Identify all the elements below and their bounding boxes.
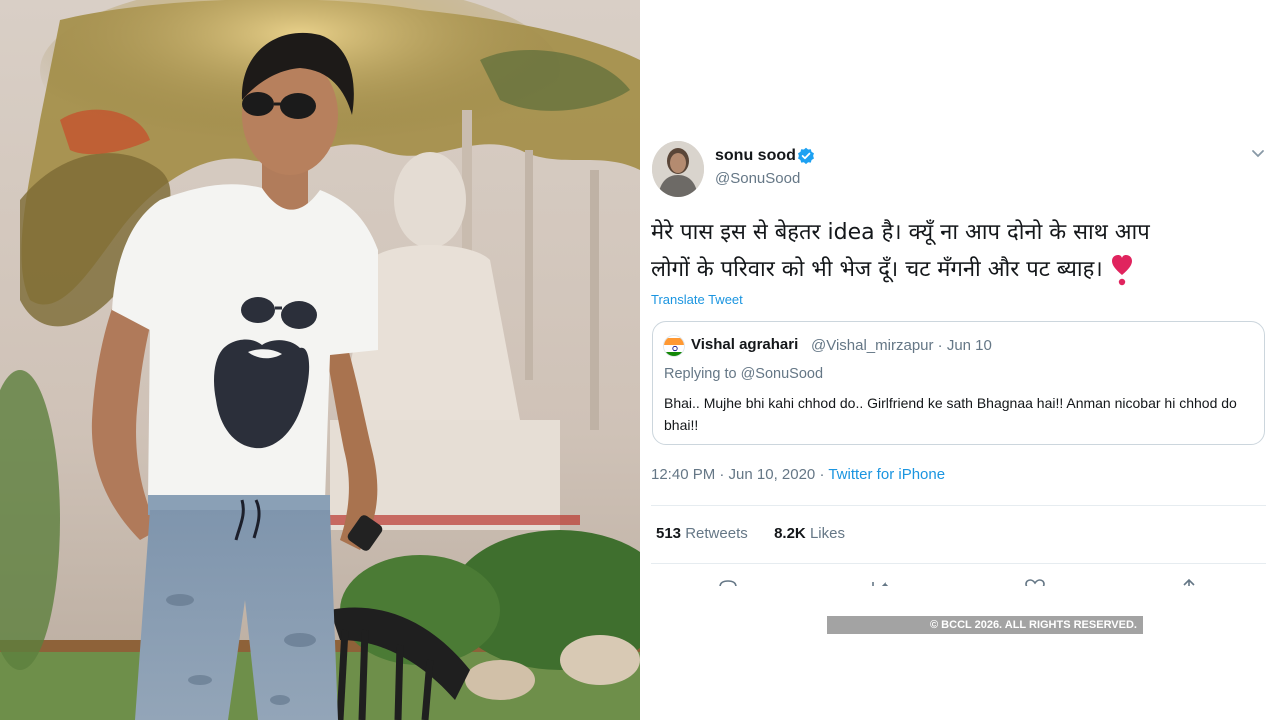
tweet-text-line-2: लोगों के परिवार को भी भेज दूँ। चट मँगनी … [651, 257, 1103, 282]
retweets-count[interactable]: 513 [656, 525, 681, 542]
verified-badge-icon [798, 147, 814, 165]
actor-photo [0, 0, 640, 720]
tweet-meta: 12:40 PM · Jun 10, 2020 · Twitter for iP… [651, 466, 945, 483]
user-display-name[interactable]: sonu sood [715, 147, 796, 165]
share-icon[interactable] [1178, 578, 1200, 586]
avatar-portrait-icon [652, 141, 704, 197]
tweet-actions [651, 572, 1266, 586]
tweet-timestamp[interactable]: 12:40 PM · Jun 10, 2020 · [651, 466, 828, 483]
heart-emoji-icon [1111, 255, 1132, 286]
quoted-user-avatar[interactable] [663, 335, 685, 357]
tweet-body: मेरे पास इस से बेहतर idea है। क्यूँ ना आ… [651, 214, 1251, 288]
translate-tweet-link[interactable]: Translate Tweet [651, 292, 743, 307]
divider [651, 563, 1266, 564]
likes-count[interactable]: 8.2K [774, 525, 806, 542]
retweet-icon[interactable] [868, 578, 890, 586]
chevron-down-icon[interactable] [1250, 147, 1266, 161]
copyright-banner: © BCCL 2026. ALL RIGHTS RESERVED. [827, 616, 1143, 634]
quoted-user-name[interactable]: Vishal agrahari [691, 336, 798, 353]
user-avatar[interactable] [652, 141, 704, 197]
quoted-tweet-text: Bhai.. Mujhe bhi kahi chhod do.. Girlfri… [664, 395, 1237, 433]
tweet-stats: 513 Retweets 8.2K Likes [656, 525, 845, 542]
tweet-text-line-2-wrap: लोगों के परिवार को भी भेज दूँ। चट मँगनी … [651, 251, 1251, 288]
quoted-tweet[interactable]: Vishal agrahari @Vishal_mirzapur · Jun 1… [652, 321, 1265, 445]
flag-avatar-icon [664, 338, 684, 356]
quoted-replying-to: Replying to @SonuSood [664, 366, 824, 382]
quoted-user-handle-date: @Vishal_mirzapur · Jun 10 [811, 337, 992, 354]
tweet-card: sonu sood @SonuSood मेरे पास इस से बेहतर… [640, 0, 1280, 720]
like-icon[interactable] [1024, 578, 1046, 586]
likes-label[interactable]: Likes [810, 525, 845, 542]
divider [651, 505, 1266, 506]
user-handle[interactable]: @SonuSood [715, 170, 800, 187]
tweet-text-line-1: मेरे पास इस से बेहतर idea है। क्यूँ ना आ… [651, 220, 1150, 245]
photo-illustration [0, 0, 640, 720]
retweets-label[interactable]: Retweets [685, 525, 748, 542]
tweet-source-link[interactable]: Twitter for iPhone [828, 466, 945, 483]
reply-icon[interactable] [717, 578, 739, 586]
